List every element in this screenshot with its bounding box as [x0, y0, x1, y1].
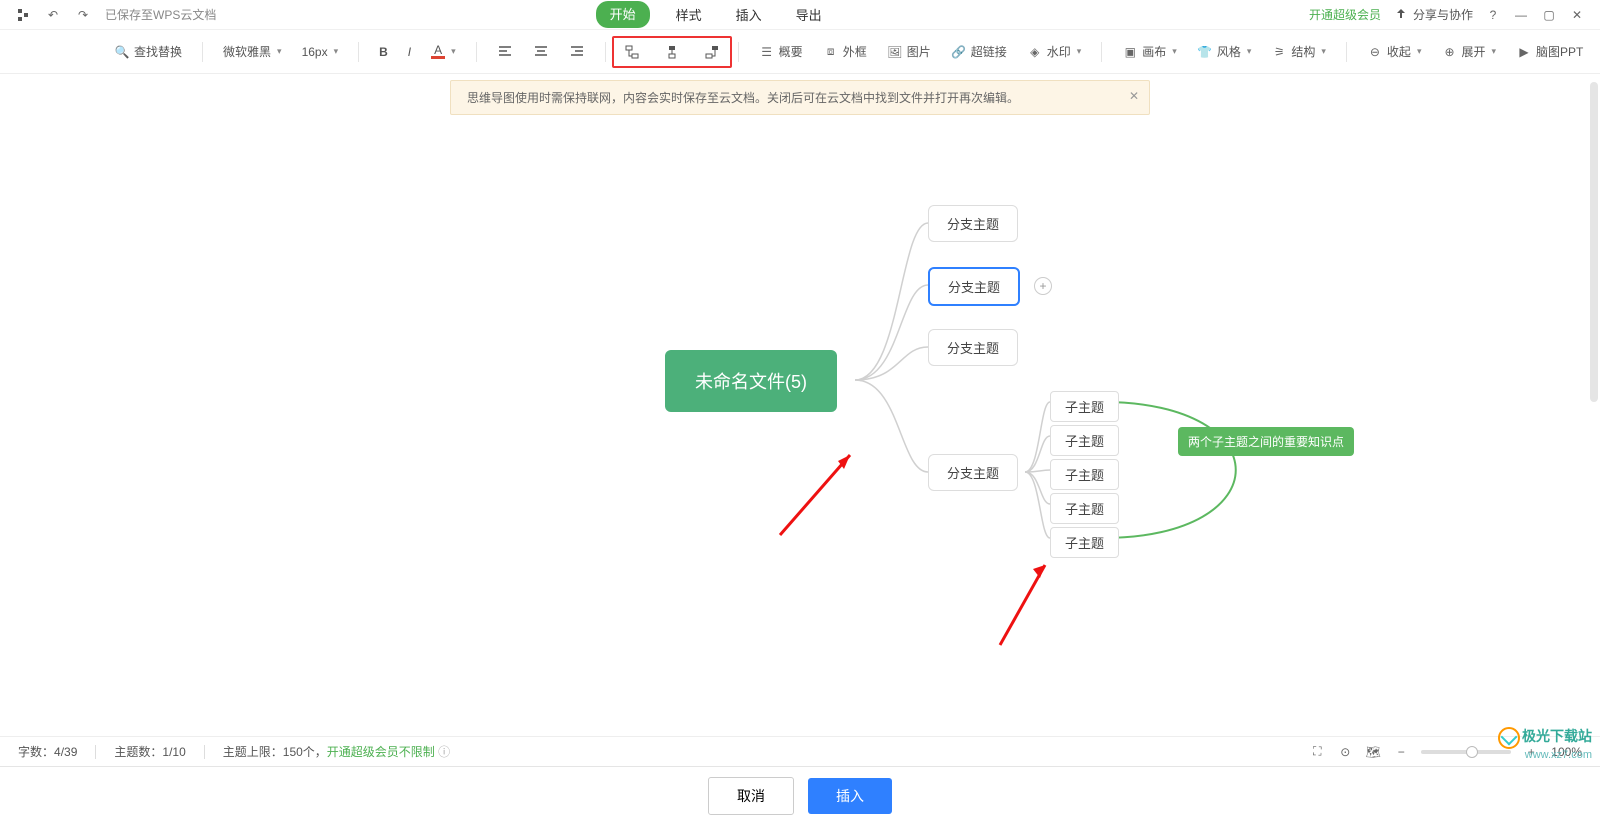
status-topic-limit: 主题上限：150个，开通超级会员不限制 ⓘ [223, 743, 450, 760]
font-family-select[interactable]: 微软雅黑 [217, 39, 288, 64]
minimize-icon[interactable]: — [1513, 7, 1529, 23]
fit-screen-icon[interactable]: ⛶ [1309, 744, 1325, 760]
tab-export[interactable]: 导出 [788, 1, 830, 28]
structure-icon: ⚞ [1271, 44, 1287, 60]
edges-layer [0, 115, 1600, 739]
sub-node-1[interactable]: 子主题 [1050, 391, 1119, 422]
add-child-icon[interactable]: + [1034, 277, 1052, 295]
expand-icon: ⊕ [1441, 44, 1457, 60]
status-topic-count: 主题数：1/10 [114, 743, 185, 760]
outline-icon: ☰ [759, 44, 775, 60]
tab-style[interactable]: 样式 [668, 1, 710, 28]
frame-button[interactable]: ⧈外框 [817, 39, 873, 64]
root-node[interactable]: 未命名文件(5) [665, 350, 837, 412]
map-view-icon[interactable]: 🗺 [1365, 744, 1381, 760]
sub-node-2[interactable]: 子主题 [1050, 425, 1119, 456]
notice-bar: 思维导图使用时需保持联网，内容会实时保存至云文档。关闭后可在云文档中找到文件并打… [450, 80, 1150, 115]
expand-button[interactable]: ⊕展开 [1435, 39, 1502, 64]
premium-link[interactable]: 开通超级会员 [1309, 6, 1381, 23]
watermark-icon: ◈ [1027, 44, 1043, 60]
help-icon[interactable]: ? [1485, 7, 1501, 23]
action-bar: 取消 插入 [0, 766, 1600, 824]
align-right-button[interactable] [563, 40, 591, 64]
guide-arrow-1 [770, 445, 870, 545]
canvas-icon: ▣ [1122, 44, 1138, 60]
frame-icon: ⧈ [823, 44, 839, 60]
guide-arrow-2 [990, 555, 1070, 655]
outline-button[interactable]: ☰概要 [753, 39, 809, 64]
font-color-button[interactable]: A [425, 40, 462, 63]
hyperlink-button[interactable]: 🔗超链接 [945, 39, 1013, 64]
close-icon[interactable]: ✕ [1569, 7, 1585, 23]
maximize-icon[interactable]: ▢ [1541, 7, 1557, 23]
status-bar: 字数：4/39 主题数：1/10 主题上限：150个，开通超级会员不限制 ⓘ ⛶… [0, 736, 1600, 766]
collapse-icon: ⊖ [1367, 44, 1383, 60]
align-center-button[interactable] [527, 40, 555, 64]
status-word-count: 字数：4/39 [18, 743, 77, 760]
sub-node-3[interactable]: 子主题 [1050, 459, 1119, 490]
insert-parent-topic-button[interactable] [698, 40, 726, 64]
search-icon: 🔍 [114, 44, 130, 60]
ribbon-toolbar: 🔍查找替换 微软雅黑 16px B I A ☰概要 ⧈外框 🖼图片 🔗超链接 ◈… [0, 30, 1600, 74]
ppt-icon: ▶ [1516, 44, 1532, 60]
align-left-button[interactable] [491, 40, 519, 64]
scrollbar-vertical[interactable] [1590, 82, 1598, 402]
find-replace-button[interactable]: 🔍查找替换 [108, 39, 188, 64]
tab-start[interactable]: 开始 [596, 1, 650, 28]
style-icon: 👕 [1197, 44, 1213, 60]
branch-node-1[interactable]: 分支主题 [928, 205, 1018, 242]
cancel-button[interactable]: 取消 [708, 777, 794, 815]
highlighted-topic-group [612, 36, 732, 68]
image-icon: 🖼 [887, 44, 903, 60]
branch-node-4[interactable]: 分支主题 [928, 454, 1018, 491]
sub-node-4[interactable]: 子主题 [1050, 493, 1119, 524]
main-tabs: 开始 样式 插入 导出 [130, 1, 1295, 28]
branch-node-2[interactable]: 分支主题 [928, 267, 1020, 306]
tab-insert[interactable]: 插入 [728, 1, 770, 28]
redo-icon[interactable]: ↷ [75, 7, 91, 23]
italic-button[interactable]: I [402, 41, 417, 63]
app-logo-icon[interactable] [15, 7, 31, 23]
mindmap-canvas[interactable]: 未命名文件(5) 分支主题 分支主题 分支主题 分支主题 + 子主题 子主题 子… [0, 115, 1600, 739]
style-button[interactable]: 👕风格 [1191, 39, 1258, 64]
site-watermark: 极光下载站 www.xz7.com [1498, 727, 1592, 762]
share-button[interactable]: 分享与协作 [1393, 6, 1473, 23]
image-button[interactable]: 🖼图片 [881, 39, 937, 64]
bold-button[interactable]: B [373, 41, 394, 63]
branch-node-3[interactable]: 分支主题 [928, 329, 1018, 366]
mindmap-ppt-button[interactable]: ▶脑图PPT [1510, 39, 1589, 64]
insert-child-topic-button[interactable] [618, 40, 646, 64]
collapse-button[interactable]: ⊖收起 [1361, 39, 1428, 64]
insert-sibling-topic-button[interactable] [658, 40, 686, 64]
zoom-out-icon[interactable]: − [1393, 744, 1409, 760]
link-icon: 🔗 [951, 44, 967, 60]
top-bar: ↶ ↷ 已保存至WPS云文档 开始 样式 插入 导出 开通超级会员 分享与协作 … [0, 0, 1600, 30]
center-icon[interactable]: ⊙ [1337, 744, 1353, 760]
annotation-node[interactable]: 两个子主题之间的重要知识点 [1178, 427, 1354, 456]
structure-button[interactable]: ⚞结构 [1265, 39, 1332, 64]
unlimited-link[interactable]: 开通超级会员不限制 [327, 745, 435, 759]
notice-text: 思维导图使用时需保持联网，内容会实时保存至云文档。关闭后可在云文档中找到文件并打… [467, 89, 1019, 106]
font-size-select[interactable]: 16px [296, 41, 345, 63]
notice-close-icon[interactable]: ✕ [1129, 89, 1139, 103]
undo-icon[interactable]: ↶ [45, 7, 61, 23]
watermark-button[interactable]: ◈水印 [1021, 39, 1088, 64]
sub-node-5[interactable]: 子主题 [1050, 527, 1119, 558]
insert-button[interactable]: 插入 [808, 778, 892, 814]
canvas-button[interactable]: ▣画布 [1116, 39, 1183, 64]
